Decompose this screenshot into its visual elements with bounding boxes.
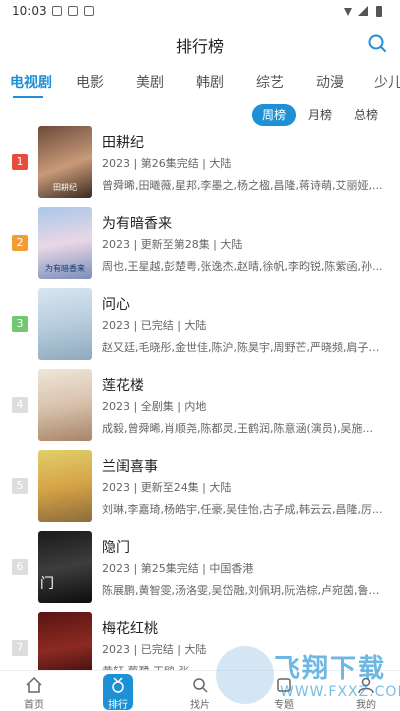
notification-icon: [52, 6, 62, 16]
poster-image[interactable]: 田耕纪: [38, 126, 92, 198]
item-title: 兰闺喜事: [102, 459, 158, 475]
rank-badge: 3: [12, 316, 28, 332]
item-title: 问心: [102, 297, 130, 313]
item-cast: 周也,王星越,彭楚粤,张逸杰,赵晴,徐帆,李昀锐,陈紫函,孙...: [102, 260, 383, 273]
signal-icon: [358, 6, 368, 16]
rank-badge: 2: [12, 235, 28, 251]
watermark-logo: 飞翔下载 WWW.FXXZ.COM: [212, 640, 400, 711]
rank-badge: 7: [12, 640, 28, 656]
list-item[interactable]: 4 莲花楼 2023 | 全剧集 | 内地 成毅,曾舜晞,肖顺尧,陈都灵,王鹤润…: [0, 367, 400, 447]
list-item[interactable]: 2 为有暗香来 为有暗香来 2023 | 更新至第28集 | 大陆 周也,王星越…: [0, 205, 400, 285]
item-title: 为有暗香来: [102, 216, 172, 232]
list-item[interactable]: 6 门 隐门 2023 | 第25集完结 | 中国香港 陈展鹏,黄智雯,汤洛雯,…: [0, 529, 400, 609]
item-meta: 2023 | 第25集完结 | 中国香港: [102, 562, 254, 575]
total-button[interactable]: 总榜: [344, 104, 388, 126]
monthly-button[interactable]: 月榜: [298, 104, 342, 126]
category-tabs: 电视剧 电影 美剧 韩剧 综艺 动漫 少儿: [0, 64, 400, 100]
poster-image[interactable]: 为有暗香来: [38, 207, 92, 279]
watermark-url: WWW.FXXZ.COM: [280, 684, 400, 700]
home-icon: [26, 676, 42, 693]
item-cast: 陈展鹏,黄智雯,汤洛雯,吴岱融,刘佩玥,阮浩棕,卢宛茵,鲁振...: [102, 584, 388, 597]
item-title: 田耕纪: [102, 135, 144, 151]
battery-icon: [376, 6, 382, 17]
item-title: 梅花红桃: [102, 621, 158, 637]
item-cast: 赵又廷,毛晓彤,金世佳,陈沪,陈昊宇,周野芒,严晓频,肩子斌...: [102, 341, 388, 354]
nav-home[interactable]: 首页: [4, 673, 64, 711]
photo-icon: [68, 6, 78, 16]
status-icons: [344, 6, 382, 17]
item-cast: 刘琳,李嘉琦,杨皓宇,任豪,吴佳怡,古子成,韩云云,昌隆,厉...: [102, 503, 383, 516]
page-title: 排行榜: [175, 37, 224, 56]
weekly-button[interactable]: 周榜: [252, 104, 296, 126]
poster-image[interactable]: [38, 450, 92, 522]
poster-image[interactable]: 门: [38, 531, 92, 603]
item-cast: 曾舜晞,田曦薇,星邦,李墨之,杨之楹,昌隆,蒋诗萌,艾丽娅,...: [102, 179, 383, 192]
item-meta: 2023 | 已完结 | 大陆: [102, 643, 207, 656]
rank-badge: 6: [12, 559, 28, 575]
watermark-title: 飞翔下载: [274, 654, 387, 684]
item-title: 隐门: [102, 540, 130, 556]
item-meta: 2023 | 更新至第28集 | 大陆: [102, 238, 243, 251]
list-item[interactable]: 5 兰闺喜事 2023 | 更新至24集 | 大陆 刘琳,李嘉琦,杨皓宇,任豪,…: [0, 448, 400, 528]
item-cast: 成毅,曾舜晞,肖顺尧,陈都灵,王鹤润,陈意涵(演员),吴施...: [102, 422, 374, 435]
rank-badge: 4: [12, 397, 28, 413]
search-icon: [193, 678, 208, 693]
wifi-icon: [344, 8, 352, 16]
item-meta: 2023 | 已完结 | 大陆: [102, 319, 207, 332]
rank-badge: 1: [12, 154, 28, 170]
rank-badge: 5: [12, 478, 28, 494]
tab-indicator: [13, 96, 43, 98]
item-meta: 2023 | 更新至24集 | 大陆: [102, 481, 232, 494]
item-title: 莲花楼: [102, 378, 144, 394]
tab-us-series[interactable]: 美剧: [136, 72, 164, 92]
tab-movies[interactable]: 电影: [76, 72, 104, 92]
poster-image[interactable]: [38, 369, 92, 441]
tab-anime[interactable]: 动漫: [316, 72, 344, 92]
download-icon: [84, 6, 94, 16]
tab-kids[interactable]: 少儿: [374, 72, 400, 92]
list-item[interactable]: 1 田耕纪 田耕纪 2023 | 第26集完结 | 大陆 曾舜晞,田曦薇,星邦,…: [0, 124, 400, 204]
search-icon[interactable]: [366, 32, 388, 54]
watermark-circle: [216, 646, 274, 704]
status-bar: 10:03: [0, 0, 400, 24]
list-item[interactable]: 3 问心 2023 | 已完结 | 大陆 赵又廷,毛晓彤,金世佳,陈沪,陈昊宇,…: [0, 286, 400, 366]
header: 排行榜: [0, 24, 400, 64]
tab-tv-series[interactable]: 电视剧: [10, 72, 52, 92]
status-time: 10:03: [12, 4, 47, 18]
tab-variety[interactable]: 综艺: [256, 72, 284, 92]
nav-ranking[interactable]: 排行: [88, 673, 148, 711]
item-meta: 2023 | 第26集完结 | 大陆: [102, 157, 232, 170]
item-meta: 2023 | 全剧集 | 内地: [102, 400, 207, 413]
tab-korean-series[interactable]: 韩剧: [196, 72, 224, 92]
poster-image[interactable]: [38, 288, 92, 360]
medal-icon: [112, 677, 124, 693]
